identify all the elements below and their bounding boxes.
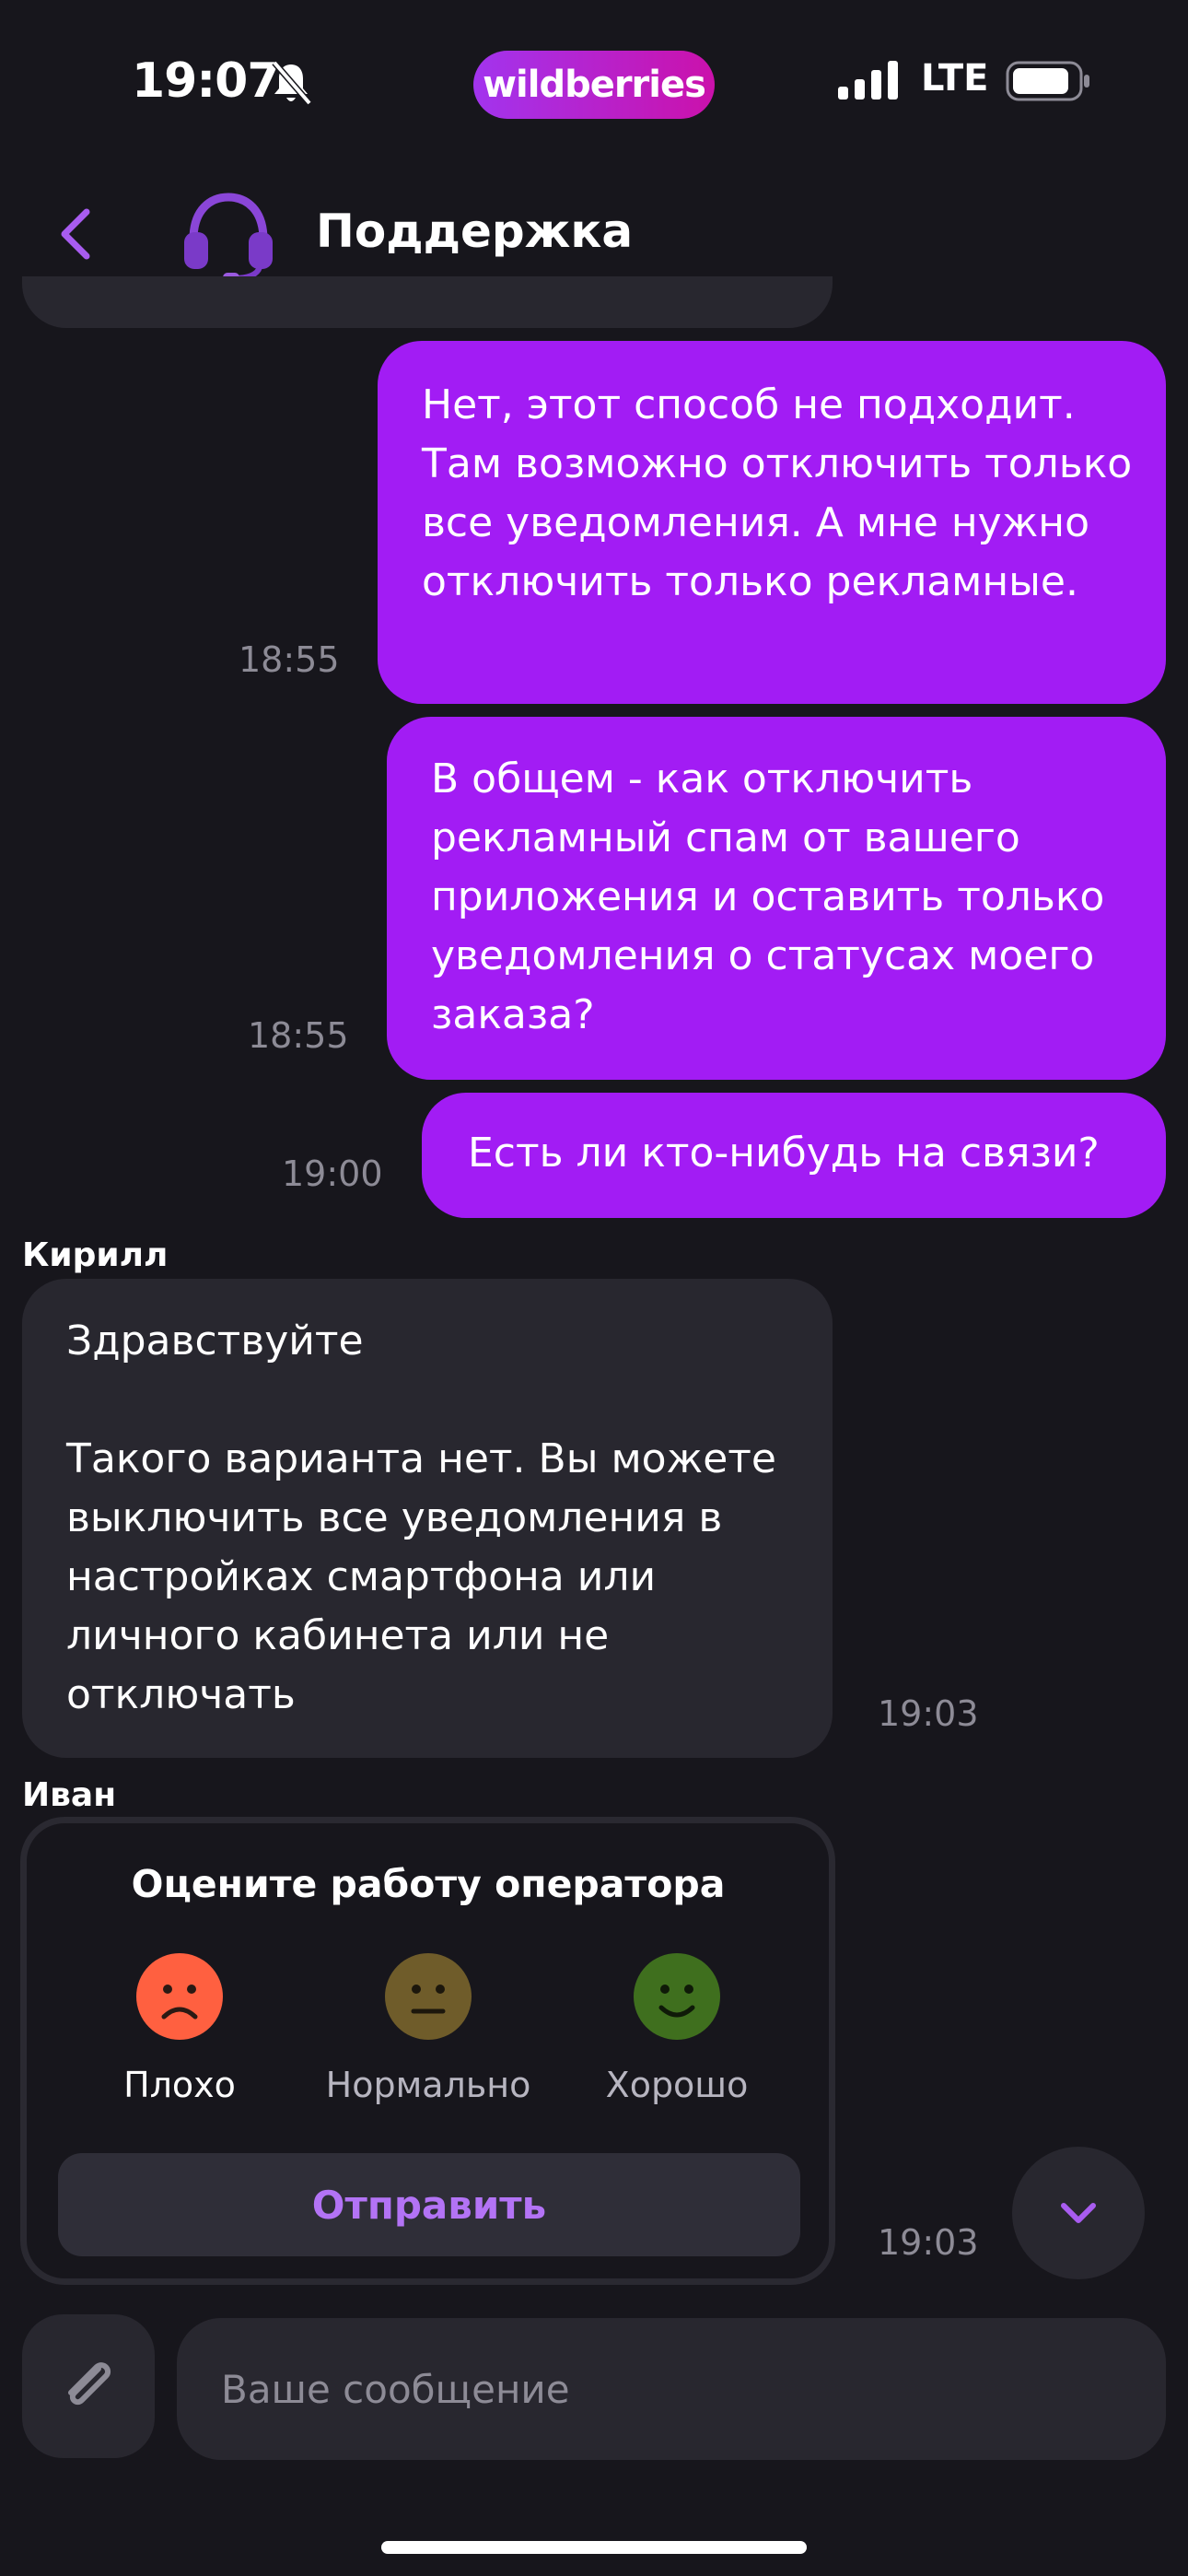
back-chevron-icon[interactable] bbox=[55, 206, 96, 262]
message-text: Есть ли кто-нибудь на связи? bbox=[468, 1130, 1100, 1177]
message-text: Здравствуйте Такого варианта нет. Вы мож… bbox=[66, 1317, 776, 1718]
message-text: В общем - как отключить рекламный спам о… bbox=[431, 755, 1105, 1038]
bell-muted-icon bbox=[272, 60, 312, 106]
sender-name: Кирилл bbox=[22, 1236, 169, 1274]
status-time: 19:07 bbox=[132, 53, 281, 109]
cellular-signal-icon bbox=[838, 61, 898, 100]
message-time: 18:55 bbox=[239, 639, 340, 680]
headset-support-icon bbox=[184, 193, 273, 282]
rating-option-label[interactable]: Нормально bbox=[318, 2065, 539, 2105]
brand-logo: wildberries bbox=[473, 51, 715, 119]
submit-rating-button[interactable]: Отправить bbox=[58, 2153, 800, 2256]
attach-button[interactable] bbox=[22, 2314, 155, 2458]
outgoing-message[interactable]: В общем - как отключить рекламный спам о… bbox=[387, 717, 1166, 1080]
battery-icon bbox=[1006, 61, 1089, 101]
scroll-to-bottom-button[interactable] bbox=[1012, 2147, 1145, 2279]
message-time: 18:55 bbox=[248, 1015, 349, 1056]
operator-rating-card: Оцените работу оператора Плохо Нормально… bbox=[20, 1817, 835, 2285]
home-indicator bbox=[381, 2541, 807, 2554]
message-text: Нет, этот способ не подходит. Там возмож… bbox=[422, 381, 1133, 605]
incoming-message[interactable]: Здравствуйте Такого варианта нет. Вы мож… bbox=[22, 1279, 833, 1758]
rating-title: Оцените работу оператора bbox=[131, 1862, 726, 1906]
sad-face-icon[interactable] bbox=[135, 1952, 224, 2041]
rating-option-label[interactable]: Плохо bbox=[69, 2065, 290, 2105]
message-input[interactable]: Ваше сообщение bbox=[177, 2318, 1166, 2460]
neutral-face-icon[interactable] bbox=[384, 1952, 472, 2041]
network-type: LTE bbox=[921, 57, 989, 100]
chevron-down-icon bbox=[1061, 2203, 1096, 2223]
happy-face-icon[interactable] bbox=[633, 1952, 721, 2041]
message-time: 19:03 bbox=[878, 1693, 979, 1734]
previous-message-bubble bbox=[22, 276, 833, 328]
rating-option-label[interactable]: Хорошо bbox=[566, 2065, 787, 2105]
outgoing-message[interactable]: Нет, этот способ не подходит. Там возмож… bbox=[378, 341, 1166, 704]
paperclip-icon bbox=[68, 2362, 111, 2406]
page-title: Поддержка bbox=[316, 205, 634, 258]
outgoing-message[interactable]: Есть ли кто-нибудь на связи? bbox=[422, 1093, 1166, 1218]
message-time: 19:00 bbox=[282, 1153, 383, 1194]
message-time: 19:03 bbox=[878, 2222, 979, 2263]
sender-name: Иван bbox=[22, 1776, 117, 1814]
